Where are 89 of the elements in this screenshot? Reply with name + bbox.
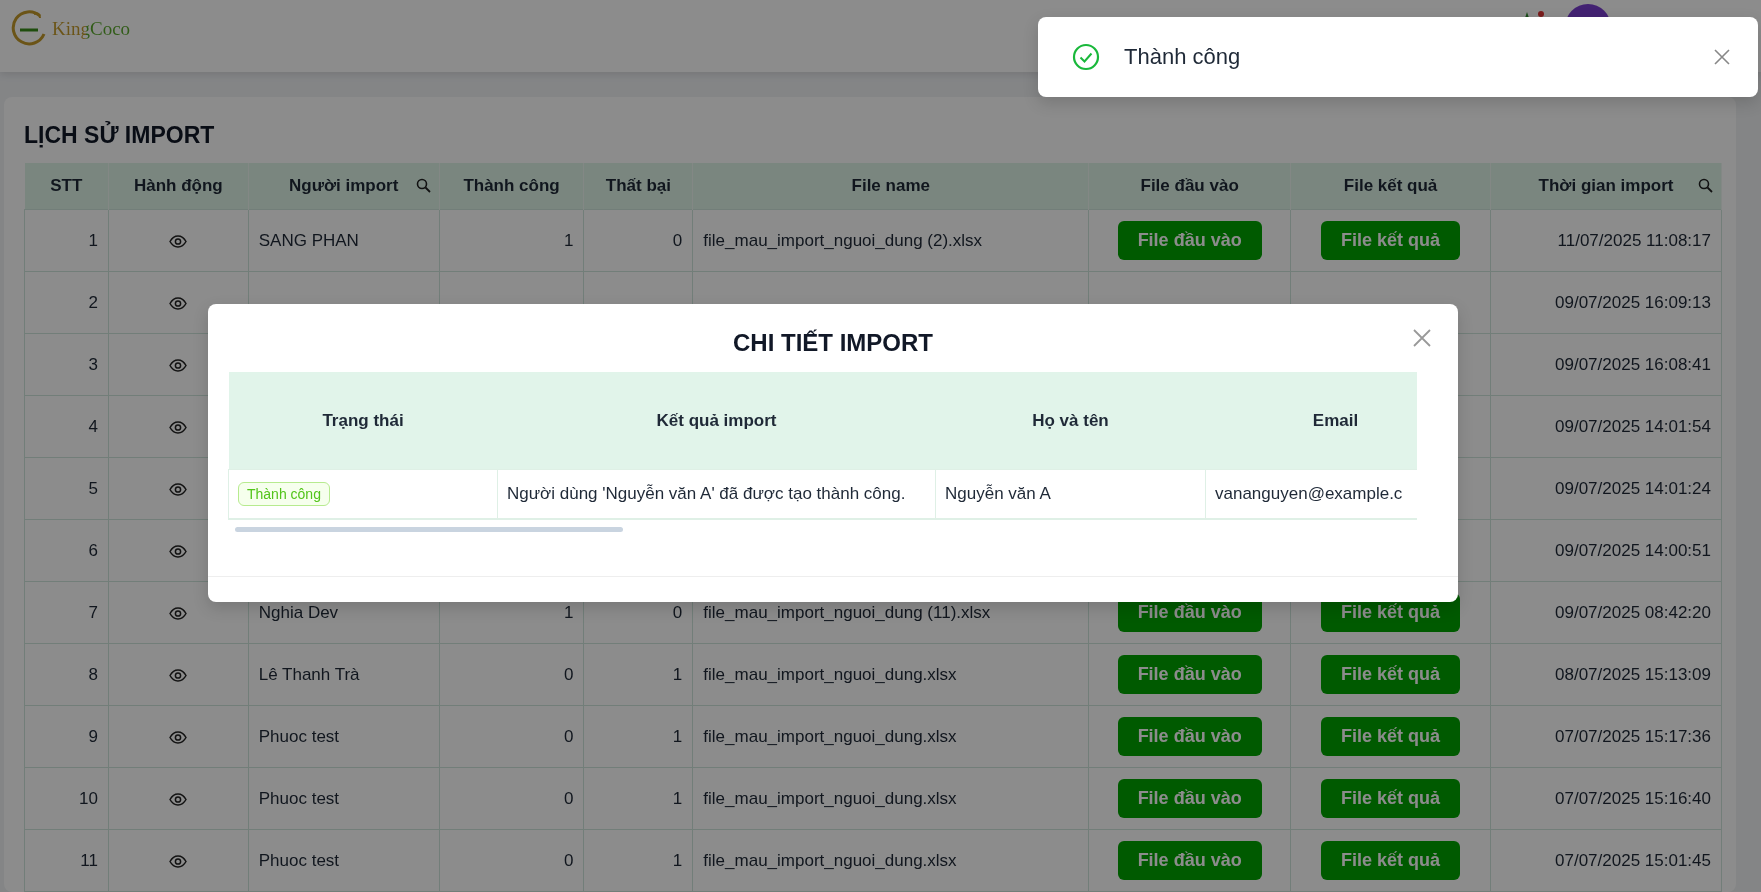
row-number: 7 xyxy=(24,581,109,644)
eye-icon[interactable] xyxy=(169,482,188,496)
scrollbar[interactable] xyxy=(235,527,623,532)
file-name: file_mau_import_nguoi_dung (2).xlsx xyxy=(692,209,1089,272)
row-number: 1 xyxy=(24,209,109,272)
result-file-button[interactable]: File kết quả xyxy=(1321,221,1461,260)
user-name: Phuoc test xyxy=(248,705,440,768)
column-header: STT xyxy=(24,163,109,210)
success-count: 0 xyxy=(439,829,584,892)
full-name: Nguyễn văn A xyxy=(935,469,1206,519)
check-circle-icon xyxy=(1072,43,1100,71)
email: vananguyen@example.c xyxy=(1205,469,1417,519)
row-number: 8 xyxy=(24,643,109,706)
eye-icon[interactable] xyxy=(169,730,188,744)
import-time: 09/07/2025 16:09:13 xyxy=(1490,271,1722,334)
import-time: 09/07/2025 14:01:54 xyxy=(1490,395,1722,458)
eye-icon[interactable] xyxy=(169,358,188,372)
column-header: Người import xyxy=(289,176,399,196)
row-number: 9 xyxy=(24,705,109,768)
column-header: Email xyxy=(1205,372,1417,470)
import-time: 07/07/2025 15:16:40 xyxy=(1490,767,1722,830)
input-file-button[interactable]: File đầu vào xyxy=(1117,779,1262,818)
row-number: 4 xyxy=(24,395,109,458)
search-icon[interactable] xyxy=(415,178,431,193)
column-header: Thất bại xyxy=(583,163,693,210)
file-name: file_mau_import_nguoi_dung.xlsx xyxy=(692,829,1089,892)
success-count: 0 xyxy=(439,705,584,768)
row-number: 2 xyxy=(24,271,109,334)
column-header: Trạng thái xyxy=(228,372,498,470)
column-header: Hành động xyxy=(108,163,249,210)
file-name: file_mau_import_nguoi_dung.xlsx xyxy=(692,767,1089,830)
user-name: SANG PHAN xyxy=(248,209,440,272)
success-count: 0 xyxy=(439,767,584,830)
column-header: Họ và tên xyxy=(935,372,1206,470)
column-header: File kết quả xyxy=(1290,163,1491,210)
eye-icon[interactable] xyxy=(169,234,188,248)
result-message: Người dùng 'Nguyễn văn A' đã được tạo thành công. xyxy=(497,469,936,519)
column-header: Kết quả import xyxy=(497,372,936,470)
failed-count: 1 xyxy=(583,643,693,706)
logo-icon xyxy=(10,10,48,48)
eye-icon[interactable] xyxy=(169,606,188,620)
column-header: Thành công xyxy=(439,163,584,210)
failed-count: 0 xyxy=(583,209,693,272)
import-time: 09/07/2025 14:01:24 xyxy=(1490,457,1722,520)
failed-count: 1 xyxy=(583,767,693,830)
eye-icon[interactable] xyxy=(169,668,188,682)
row-number: 3 xyxy=(24,333,109,396)
user-name: Phuoc test xyxy=(248,829,440,892)
success-count: 0 xyxy=(439,643,584,706)
column-header: File name xyxy=(692,163,1089,210)
eye-icon[interactable] xyxy=(169,854,188,868)
import-time: 09/07/2025 16:08:41 xyxy=(1490,333,1722,396)
user-name: Lê Thanh Trà xyxy=(248,643,440,706)
failed-count: 1 xyxy=(583,829,693,892)
eye-icon[interactable] xyxy=(169,420,188,434)
result-file-button[interactable]: File kết quả xyxy=(1321,841,1461,880)
search-icon[interactable] xyxy=(1698,178,1713,193)
import-time: 07/07/2025 15:01:45 xyxy=(1490,829,1722,892)
modal-title: CHI TIẾT IMPORT xyxy=(732,328,934,358)
failed-count: 1 xyxy=(583,705,693,768)
column-header: Thời gian import xyxy=(1538,176,1674,196)
file-name: file_mau_import_nguoi_dung.xlsx xyxy=(692,643,1089,706)
success-count: 1 xyxy=(439,209,584,272)
input-file-button[interactable]: File đầu vào xyxy=(1117,717,1262,756)
eye-icon[interactable] xyxy=(169,792,188,806)
result-file-button[interactable]: File kết quả xyxy=(1321,717,1461,756)
page-title: LỊCH SỬ IMPORT xyxy=(24,120,216,150)
input-file-button[interactable]: File đầu vào xyxy=(1117,841,1262,880)
import-time: 09/07/2025 14:00:51 xyxy=(1490,519,1722,582)
toast-message: Thành công xyxy=(1124,44,1242,70)
eye-icon[interactable] xyxy=(169,544,188,558)
row-number: 6 xyxy=(24,519,109,582)
import-time: 11/07/2025 11:08:17 xyxy=(1490,209,1722,272)
input-file-button[interactable]: File đầu vào xyxy=(1117,221,1262,260)
row-number: 10 xyxy=(24,767,109,830)
import-time: 08/07/2025 15:13:09 xyxy=(1490,643,1722,706)
user-name: Phuoc test xyxy=(248,767,440,830)
close-icon[interactable] xyxy=(1712,47,1732,67)
status-tag: Thành công xyxy=(238,482,330,506)
result-file-button[interactable]: File kết quả xyxy=(1321,655,1461,694)
import-time: 09/07/2025 08:42:20 xyxy=(1490,581,1722,644)
input-file-button[interactable]: File đầu vào xyxy=(1117,655,1262,694)
row-number: 11 xyxy=(24,829,109,892)
column-header: File đầu vào xyxy=(1088,163,1291,210)
row-number: 5 xyxy=(24,457,109,520)
result-file-button[interactable]: File kết quả xyxy=(1321,779,1461,818)
file-name: file_mau_import_nguoi_dung.xlsx xyxy=(692,705,1089,768)
import-time: 07/07/2025 15:17:36 xyxy=(1490,705,1722,768)
eye-icon[interactable] xyxy=(169,296,188,310)
